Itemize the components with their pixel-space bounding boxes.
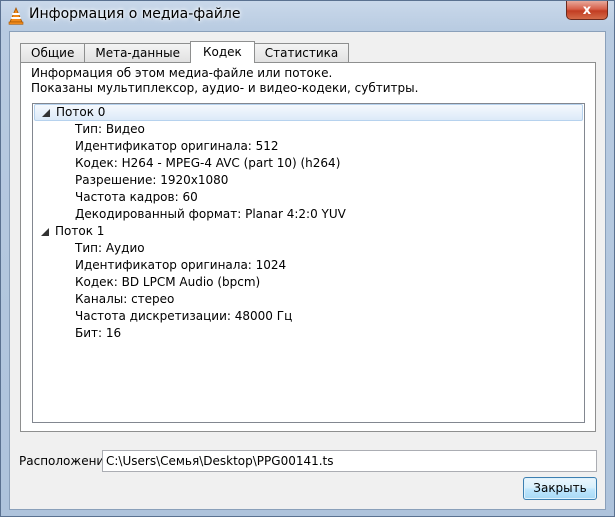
tree-property[interactable]: Кодек: BD LPCM Audio (bpcm) <box>33 274 584 291</box>
tab-metadata[interactable]: Мета-данные <box>84 43 191 63</box>
info-text-line-1: Информация об этом медиа-файле или поток… <box>31 66 333 80</box>
codec-panel: Информация об этом медиа-файле или поток… <box>20 62 596 432</box>
tree-property[interactable]: Частота кадров: 60 <box>33 189 584 206</box>
tree-property[interactable]: Тип: Видео <box>33 121 584 138</box>
window-title: Информация о медиа-файле <box>29 6 241 22</box>
vlc-cone-icon <box>8 7 24 25</box>
tree-property[interactable]: Частота дискретизации: 48000 Гц <box>33 308 584 325</box>
stream-label: Поток 1 <box>55 224 105 238</box>
tab-general[interactable]: Общие <box>20 43 86 63</box>
tree-property[interactable]: Бит: 16 <box>33 325 584 342</box>
dialog-client-area: Общие Мета-данные Кодек Статистика Инфор… <box>9 31 606 510</box>
tab-bar: Общие Мета-данные Кодек Статистика <box>20 41 350 63</box>
stream-label: Поток 0 <box>56 105 106 119</box>
tree-property[interactable]: Разрешение: 1920x1080 <box>33 172 584 189</box>
title-bar[interactable]: Информация о медиа-файле x <box>1 1 614 31</box>
close-button[interactable]: Закрыть <box>523 477 597 500</box>
location-field[interactable] <box>102 450 597 472</box>
tree-stream-0[interactable]: Поток 0 <box>34 104 583 121</box>
tree-property[interactable]: Кодек: H264 - MPEG-4 AVC (part 10) (h264… <box>33 155 584 172</box>
window-close-button[interactable]: x <box>566 1 608 20</box>
tree-property[interactable]: Каналы: стерео <box>33 291 584 308</box>
close-icon: x <box>582 2 592 18</box>
codec-tree[interactable]: Поток 0 Тип: Видео Идентификатор оригина… <box>32 103 585 423</box>
expand-arrow-icon[interactable] <box>42 109 50 117</box>
tree-property[interactable]: Декодированный формат: Planar 4:2:0 YUV <box>33 206 584 223</box>
info-text-line-2: Показаны мультиплексор, аудио- и видео-к… <box>31 81 419 95</box>
media-info-window: Информация о медиа-файле x Общие Мета-да… <box>0 0 615 517</box>
tab-codec[interactable]: Кодек <box>189 41 255 63</box>
tab-statistics[interactable]: Статистика <box>253 43 350 63</box>
expand-arrow-icon[interactable] <box>41 228 49 236</box>
tree-property[interactable]: Тип: Аудио <box>33 240 584 257</box>
tree-property[interactable]: Идентификатор оригинала: 512 <box>33 138 584 155</box>
tree-stream-1[interactable]: Поток 1 <box>33 223 584 240</box>
tree-property[interactable]: Идентификатор оригинала: 1024 <box>33 257 584 274</box>
